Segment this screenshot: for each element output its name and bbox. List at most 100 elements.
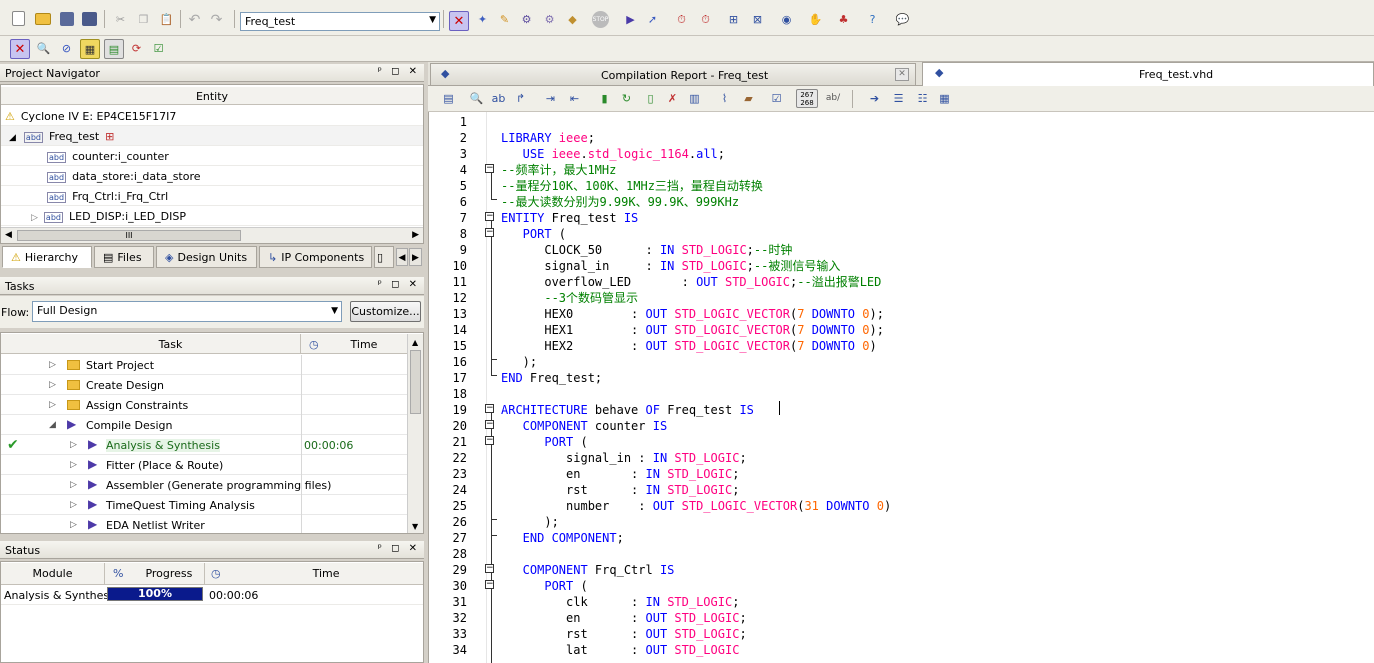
stop-icon[interactable]: STOP xyxy=(592,11,609,28)
bookmark-icon[interactable]: ▮ xyxy=(596,90,613,107)
chip-icon[interactable]: ♣ xyxy=(835,11,852,28)
flow-combo[interactable]: Full Design ▼ xyxy=(32,301,342,322)
project-combo[interactable]: Freq_test ▼ xyxy=(240,12,440,31)
task-row[interactable]: ▷ ▶ Fitter (Place & Route) xyxy=(1,455,407,475)
rtl-viewer-icon[interactable]: ⊠ xyxy=(749,11,766,28)
pin-planner-icon[interactable]: ✦ xyxy=(474,11,491,28)
task-row[interactable]: ▷ ▶ TimeQuest Timing Analysis xyxy=(1,495,407,515)
template-icon[interactable]: ▰ xyxy=(740,90,757,107)
netlist-icon[interactable]: ⊞ xyxy=(725,11,742,28)
copy-icon[interactable]: ❐ xyxy=(135,11,152,28)
chevron-down-icon[interactable]: ▼ xyxy=(331,306,338,316)
fold-marker-icon[interactable]: − xyxy=(485,436,494,445)
pin-planner-icon[interactable]: ▦ xyxy=(80,39,100,59)
programmer-icon[interactable]: ◉ xyxy=(778,11,795,28)
entity-child-row[interactable]: abd data_store:i_data_store xyxy=(1,166,423,186)
bookmark-prev-icon[interactable]: ▯ xyxy=(642,90,659,107)
scroll-left-icon[interactable]: ◀ xyxy=(5,230,12,240)
replace-icon[interactable]: ab xyxy=(490,90,507,107)
collapse-icon[interactable]: ◢ xyxy=(9,133,16,143)
task-row[interactable]: ▷ Assign Constraints xyxy=(1,395,407,415)
vertical-scrollbar[interactable]: ▲ ▼ xyxy=(407,334,423,533)
fold-marker-icon[interactable]: − xyxy=(485,228,494,237)
scroll-right-icon[interactable]: ▶ xyxy=(412,230,419,240)
goto-icon[interactable]: ↱ xyxy=(512,90,529,107)
check-icon[interactable]: ☑ xyxy=(150,40,167,57)
pencil-icon[interactable]: ✎ xyxy=(496,11,513,28)
customize-button[interactable]: Customize... xyxy=(350,301,421,322)
settings-icon[interactable]: ◆ xyxy=(564,11,581,28)
expand-icon[interactable]: ▷ xyxy=(70,500,77,510)
timing-icon[interactable]: ⏱ xyxy=(673,11,690,28)
tab-ip-components[interactable]: ↳ IP Components xyxy=(259,246,372,268)
new-icon[interactable] xyxy=(12,11,25,26)
bookmark-next-icon[interactable]: ↻ xyxy=(618,90,635,107)
entity-child-row[interactable]: ▷ abd LED_DISP:i_LED_DISP xyxy=(1,206,423,226)
check-syntax-icon[interactable]: ☑ xyxy=(768,90,785,107)
grid-icon[interactable]: ▤ xyxy=(104,39,124,59)
settings-icon[interactable]: ⚙ xyxy=(518,11,535,28)
redo-icon[interactable]: ↷ xyxy=(208,11,225,28)
scrollbar-thumb[interactable]: III xyxy=(17,230,241,241)
open-icon[interactable] xyxy=(35,13,51,25)
chip-planner-icon[interactable]: ✕ xyxy=(10,39,30,59)
expand-icon[interactable]: ▷ xyxy=(70,440,77,450)
entity-child-row[interactable]: abd Frq_Ctrl:i_Frq_Ctrl xyxy=(1,186,423,206)
fold-marker-icon[interactable]: − xyxy=(485,564,494,573)
line-number-icon[interactable]: 267 268 xyxy=(796,89,818,108)
expand-icon[interactable]: ▷ xyxy=(70,480,77,490)
time-column-header[interactable]: ◷ Time xyxy=(205,563,423,585)
align-icon[interactable]: ☰ xyxy=(890,90,907,107)
top-entity-row[interactable]: ◢ abd Freq_test ⊞ xyxy=(1,126,423,146)
task-row[interactable]: ▷ ▶ Assembler (Generate programming files) xyxy=(1,475,407,495)
start-compilation-icon[interactable]: ▶ xyxy=(622,11,639,28)
panel-controls[interactable]: ᵖ ◻ ✕ xyxy=(378,543,420,554)
hand-icon[interactable]: ✋ xyxy=(807,11,824,28)
device-row[interactable]: ⚠ Cyclone IV E: EP4CE15F17I7 xyxy=(1,106,423,126)
task-row[interactable]: ▷ Create Design xyxy=(1,375,407,395)
chip-planner-icon[interactable]: ✕ xyxy=(449,11,469,31)
panel-controls[interactable]: ᵖ ◻ ✕ xyxy=(378,279,420,290)
find-icon[interactable]: 🔍 xyxy=(468,90,485,107)
feedback-icon[interactable]: 💬 xyxy=(894,11,911,28)
entity-child-row[interactable]: abd counter:i_counter xyxy=(1,146,423,166)
collapse-icon[interactable]: ◢ xyxy=(49,420,56,430)
find-icon[interactable]: 🔍 xyxy=(35,40,52,57)
entity-column-header[interactable]: Entity xyxy=(1,87,423,105)
expand-icon[interactable]: ▷ xyxy=(49,380,56,390)
fold-marker-icon[interactable]: − xyxy=(485,580,494,589)
undo-icon[interactable]: ↶ xyxy=(186,11,203,28)
chevron-down-icon[interactable]: ▼ xyxy=(429,15,436,25)
outdent-icon[interactable]: ⇤ xyxy=(566,90,583,107)
compilation-report-tab[interactable]: ◆ Compilation Report - Freq_test ✕ xyxy=(430,63,916,86)
cut-icon[interactable]: ✂ xyxy=(112,11,129,28)
tab-overflow[interactable]: ▯ xyxy=(374,246,394,268)
wrap-icon[interactable]: ⌇ xyxy=(716,90,733,107)
module-column-header[interactable]: Module xyxy=(1,563,105,585)
tab-files[interactable]: ▤ Files xyxy=(94,246,154,268)
percent-column-header[interactable]: % Progress xyxy=(105,563,205,585)
refresh-icon[interactable]: ⟳ xyxy=(128,40,145,57)
panel-controls[interactable]: ᵖ ◻ ✕ xyxy=(378,66,420,77)
time-column-header[interactable]: ◷ Time xyxy=(301,334,407,354)
assignment-icon[interactable]: ⊘ xyxy=(58,40,75,57)
file-tab[interactable]: ◆ Freq_test.vhd xyxy=(922,62,1374,86)
tab-scroll-right-icon[interactable]: ▶ xyxy=(409,248,422,266)
close-icon[interactable]: ✕ xyxy=(895,68,909,81)
tab-hierarchy[interactable]: ⚠ Hierarchy xyxy=(2,246,92,268)
indent-icon[interactable]: ⇥ xyxy=(542,90,559,107)
task-column-header[interactable]: Task xyxy=(1,334,301,354)
expand-icon[interactable]: ▷ xyxy=(49,360,56,370)
task-row[interactable]: ◢ ▶ Compile Design xyxy=(1,415,407,435)
scroll-up-icon[interactable]: ▲ xyxy=(412,338,418,347)
save-all-icon[interactable] xyxy=(82,12,97,26)
bookmark-list-icon[interactable]: ▥ xyxy=(686,90,703,107)
expand-icon[interactable]: ▷ xyxy=(70,460,77,470)
bookmark-clear-icon[interactable]: ✗ xyxy=(664,90,681,107)
expand-icon[interactable]: ▷ xyxy=(70,520,77,530)
compile-icon[interactable]: ⚙ xyxy=(541,11,558,28)
spell-check-icon[interactable]: ab/ xyxy=(822,90,844,107)
arrow-right-icon[interactable]: ➔ xyxy=(866,90,883,107)
task-row[interactable]: ▷ ▶ EDA Netlist Writer xyxy=(1,515,407,533)
help-icon[interactable]: ? xyxy=(864,11,881,28)
